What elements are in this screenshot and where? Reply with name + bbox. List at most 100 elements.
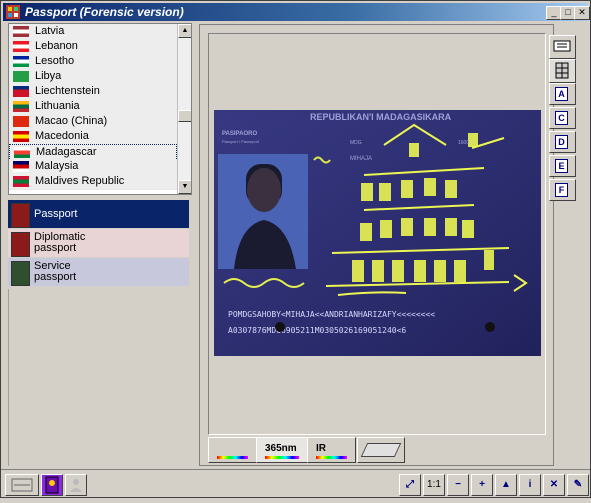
country-item[interactable]: Liechtenstein (9, 84, 177, 100)
country-item[interactable]: Macedonia (9, 129, 177, 145)
country-list-scrollbar[interactable]: ▲ ▼ (177, 24, 191, 194)
document-type-item[interactable]: Diplomatic passport (8, 229, 189, 257)
uv-icon (265, 456, 299, 459)
passport-code: MDG (350, 140, 362, 146)
passport-book-button[interactable] (41, 474, 63, 496)
tab-page[interactable]: A (549, 83, 576, 105)
page-letter-icon: E (555, 159, 568, 173)
tab-page[interactable]: F (549, 179, 576, 201)
tools-icon: ✕ (549, 479, 559, 490)
flag-icon (13, 41, 29, 52)
country-item[interactable]: Lithuania (9, 99, 177, 115)
light-source-label: 365nm (265, 443, 297, 454)
country-name: Macedonia (35, 130, 89, 142)
tab-light-source[interactable]: IR (307, 437, 356, 463)
document-type-label: Service passport (34, 260, 77, 283)
fit-icon: ⤢ (406, 479, 414, 490)
tab-page[interactable]: E (549, 155, 576, 177)
scroll-thumb[interactable] (178, 110, 191, 122)
passport-image: REPUBLIKAN'I MADAGASIKARA PASIPAORO Pass… (214, 110, 541, 356)
tab-page[interactable]: D (549, 131, 576, 153)
flag-icon (14, 147, 30, 158)
actual-size-label: 1:1 (427, 479, 441, 490)
window-title: Passport (Forensic version) (25, 5, 184, 19)
country-name: Libya (35, 70, 62, 82)
scroll-up-button[interactable]: ▲ (178, 24, 191, 38)
brush-icon: ✎ (573, 479, 583, 490)
zoom-out-icon: − (455, 479, 461, 490)
passport-header: REPUBLIKAN'I MADAGASIKARA (310, 112, 452, 122)
toolbar-button[interactable]: ✎ (567, 474, 589, 496)
zoom-in-icon: + (479, 479, 485, 490)
close-button[interactable]: ✕ (574, 6, 590, 20)
country-list[interactable]: ▲ ▼ Latvia Lebanon Lesotho Libya Liechtenste… (8, 23, 192, 195)
mrz-line-2: A0307876MDG6905211M0305026169051240<6 (228, 326, 406, 335)
country-item[interactable]: Macao (China) (9, 114, 177, 130)
person-button[interactable] (65, 474, 87, 496)
main-window: Passport (Forensic version) _ □ ✕ ▲ ▼ La… (0, 0, 591, 498)
tab-page[interactable]: C (549, 107, 576, 129)
page-letter-icon: D (555, 135, 568, 149)
person-icon (70, 479, 82, 492)
pattern-icon (555, 62, 569, 79)
document-type-item[interactable]: Passport (8, 200, 189, 228)
page-letter-icon: A (555, 87, 568, 101)
passport-type-label-en: Passport / Passeport (222, 139, 260, 144)
country-name: Maldives Republic (35, 175, 125, 187)
toolbar-button[interactable]: − (447, 474, 469, 496)
flag-icon (13, 71, 29, 82)
country-item[interactable]: Maldives Republic (9, 174, 177, 190)
toolbar-button[interactable]: + (471, 474, 493, 496)
app-icon (6, 5, 20, 19)
passport-cover-icon (11, 232, 30, 257)
card-view-toggle[interactable] (5, 474, 39, 496)
toolbar-button[interactable]: ⤢ (399, 474, 421, 496)
tab-light-source[interactable]: 365nm (256, 437, 308, 463)
document-type-label: Diplomatic passport (34, 231, 86, 254)
light-source-label: IR (316, 443, 326, 454)
flag-icon (13, 56, 29, 67)
tab-pattern-view[interactable] (549, 59, 576, 83)
page-letter-icon: C (555, 111, 568, 125)
country-item[interactable]: Latvia (9, 24, 177, 40)
toolbar-button[interactable]: 1:1 (423, 474, 445, 496)
document-type-item[interactable]: Service passport (8, 258, 189, 286)
stamp-icon: ▲ (501, 479, 511, 490)
country-item[interactable]: Lesotho (9, 54, 177, 70)
page-letter-icon: F (555, 183, 568, 197)
country-name: Liechtenstein (35, 85, 100, 97)
country-name: Lesotho (35, 55, 75, 67)
country-name: Latvia (35, 25, 65, 37)
flag-icon (13, 86, 29, 97)
country-name: Macao (China) (35, 115, 108, 127)
country-item[interactable]: Malaysia (9, 159, 177, 175)
flag-icon (13, 176, 29, 187)
toolbar-button[interactable]: i (519, 474, 541, 496)
flag-icon (13, 26, 29, 37)
info-icon: i (528, 479, 532, 490)
country-item[interactable]: Lebanon (9, 39, 177, 55)
country-item[interactable]: Libya (9, 69, 177, 85)
tab-light-source[interactable] (208, 437, 257, 463)
passport-cover-icon (11, 261, 30, 286)
mrz-line-1: POMDGSAHOBY<MIHAJA<<ANDRIANHARIZAFY<<<<<… (228, 310, 435, 319)
left-panel-empty-area (8, 289, 190, 466)
scroll-down-button[interactable]: ▼ (178, 180, 191, 194)
document-type-label: Passport (34, 208, 78, 220)
country-name: Lithuania (35, 100, 80, 112)
passport-type-label: PASIPAORO (222, 131, 257, 137)
passport-number-small: 1600 (458, 140, 469, 146)
palette-icon (217, 456, 248, 459)
flag-icon (13, 116, 29, 127)
flag-icon (13, 131, 29, 142)
ir-icon (316, 456, 347, 459)
country-name: Lebanon (35, 40, 78, 52)
country-name: Malaysia (35, 160, 79, 172)
flag-icon (13, 101, 29, 112)
passport-book-icon (45, 476, 59, 494)
tab-light-source[interactable] (357, 437, 405, 463)
toolbar-button[interactable]: ✕ (543, 474, 565, 496)
title-bar: Passport (Forensic version) _ □ ✕ (3, 3, 590, 21)
toolbar-button[interactable]: ▲ (495, 474, 517, 496)
tab-card-view[interactable] (549, 35, 576, 59)
